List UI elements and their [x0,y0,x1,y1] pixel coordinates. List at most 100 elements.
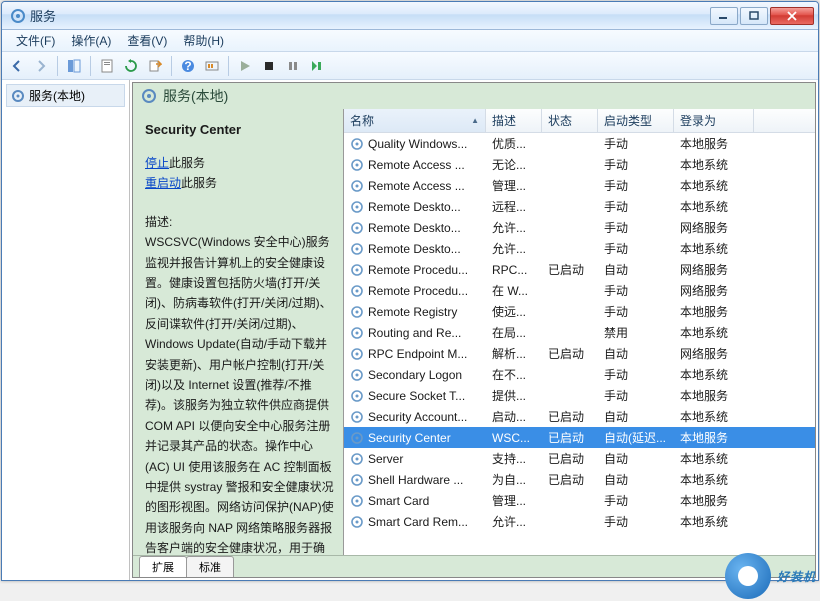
export-button[interactable] [144,55,166,77]
refresh-button[interactable] [120,55,142,77]
service-row[interactable]: RPC Endpoint M...解析...已启动自动网络服务 [344,343,815,364]
svc-desc: 无论... [486,156,542,173]
svc-desc: RPC... [486,263,542,277]
col-logon[interactable]: 登录为 [674,109,754,132]
detail-header: 服务(本地) [133,83,815,109]
detail-title: 服务(本地) [163,86,228,106]
stop-service-button[interactable] [258,55,280,77]
svc-startup: 手动 [598,513,674,530]
service-actions: 停止此服务 重启动此服务 [145,153,335,194]
title-bar[interactable]: 服务 [2,2,818,30]
tabs: 扩展 标准 [133,555,815,577]
col-startup[interactable]: 启动类型 [598,109,674,132]
svc-logon: 本地系统 [674,198,754,215]
svc-logon: 网络服务 [674,219,754,236]
service-row[interactable]: Routing and Re...在局...禁用本地系统 [344,322,815,343]
col-description[interactable]: 描述 [486,109,542,132]
tree-pane[interactable]: 服务(本地) [2,80,130,580]
show-hide-tree-button[interactable] [63,55,85,77]
restart-link[interactable]: 重启动 [145,176,181,190]
svc-name: RPC Endpoint M... [368,347,467,361]
gear-icon [350,326,364,340]
service-row[interactable]: Secure Socket T...提供...手动本地服务 [344,385,815,406]
minimize-button[interactable] [710,7,738,25]
menu-file[interactable]: 文件(F) [8,30,63,51]
service-row[interactable]: Security CenterWSC...已启动自动(延迟...本地服务 [344,427,815,448]
svc-status: 已启动 [542,471,598,488]
tab-standard[interactable]: 标准 [186,556,234,577]
close-button[interactable] [770,7,814,25]
service-row[interactable]: Security Account...启动...已启动自动本地系统 [344,406,815,427]
col-status[interactable]: 状态 [542,109,598,132]
tab-extended[interactable]: 扩展 [139,556,187,577]
svc-startup: 手动 [598,387,674,404]
service-row[interactable]: Smart Card Rem...允许...手动本地系统 [344,511,815,532]
svc-logon: 本地系统 [674,324,754,341]
split-body: Security Center 停止此服务 重启动此服务 描述: WSCSVC(… [133,109,815,555]
svc-status: 已启动 [542,450,598,467]
toolbar: ? [2,52,818,80]
svc-name: Remote Access ... [368,158,465,172]
stop-link[interactable]: 停止 [145,156,169,170]
properties-button[interactable] [96,55,118,77]
back-button[interactable] [6,55,28,77]
separator [57,56,58,76]
service-row[interactable]: Remote Access ...无论...手动本地系统 [344,154,815,175]
app-icon [10,8,26,24]
list-rows[interactable]: Quality Windows...优质...手动本地服务 Remote Acce… [344,133,815,555]
menu-bar: 文件(F) 操作(A) 查看(V) 帮助(H) [2,30,818,52]
svc-startup: 手动 [598,492,674,509]
svc-startup: 手动 [598,282,674,299]
gear-icon [350,431,364,445]
service-row[interactable]: Remote Deskto...远程...手动本地系统 [344,196,815,217]
service-row[interactable]: Remote Access ...管理...手动本地系统 [344,175,815,196]
service-row[interactable]: Remote Registry使远...手动本地服务 [344,301,815,322]
window-title: 服务 [30,6,710,25]
svc-startup: 自动 [598,450,674,467]
services-list: 名称▲ 描述 状态 启动类型 登录为 Quality Windows...优质.… [343,109,815,555]
maximize-button[interactable] [740,7,768,25]
svc-logon: 本地服务 [674,429,754,446]
svc-desc: 允许... [486,240,542,257]
mmc-body: 服务(本地) 服务(本地) Security Center 停止此服务 重启动此… [2,80,818,580]
gear-icon [350,305,364,319]
service-row[interactable]: Remote Deskto...允许...手动本地系统 [344,238,815,259]
menu-view[interactable]: 查看(V) [119,30,175,51]
pause-service-button[interactable] [282,55,304,77]
service-row[interactable]: Shell Hardware ...为自...已启动自动本地系统 [344,469,815,490]
svc-status: 已启动 [542,429,598,446]
svc-startup: 手动 [598,198,674,215]
menu-action[interactable]: 操作(A) [63,30,119,51]
service-row[interactable]: Smart Card管理...手动本地服务 [344,490,815,511]
service-row[interactable]: Server支持...已启动自动本地系统 [344,448,815,469]
separator [90,56,91,76]
svc-name: Remote Procedu... [368,284,468,298]
svc-logon: 本地服务 [674,492,754,509]
start-service-button[interactable] [234,55,256,77]
svc-startup: 自动(延迟... [598,429,674,446]
svc-name: Security Account... [368,410,467,424]
restart-service-button[interactable] [306,55,328,77]
svc-startup: 手动 [598,366,674,383]
svc-name: Secure Socket T... [368,389,465,403]
help-button[interactable]: ? [177,55,199,77]
svc-desc: 支持... [486,450,542,467]
toolbar-button[interactable] [201,55,223,77]
col-name[interactable]: 名称▲ [344,109,486,132]
list-header: 名称▲ 描述 状态 启动类型 登录为 [344,109,815,133]
forward-button[interactable] [30,55,52,77]
service-row[interactable]: Secondary Logon在不...手动本地系统 [344,364,815,385]
service-row[interactable]: Quality Windows...优质...手动本地服务 [344,133,815,154]
menu-help[interactable]: 帮助(H) [175,30,232,51]
separator [228,56,229,76]
tree-root[interactable]: 服务(本地) [6,84,125,107]
service-row[interactable]: Remote Procedu...RPC...已启动自动网络服务 [344,259,815,280]
service-row[interactable]: Remote Procedu...在 W...手动网络服务 [344,280,815,301]
svc-desc: 允许... [486,219,542,236]
svc-desc: 允许... [486,513,542,530]
svc-name: Remote Deskto... [368,221,461,235]
svc-startup: 自动 [598,408,674,425]
svc-startup: 自动 [598,261,674,278]
window-buttons [710,7,814,25]
service-row[interactable]: Remote Deskto...允许...手动网络服务 [344,217,815,238]
